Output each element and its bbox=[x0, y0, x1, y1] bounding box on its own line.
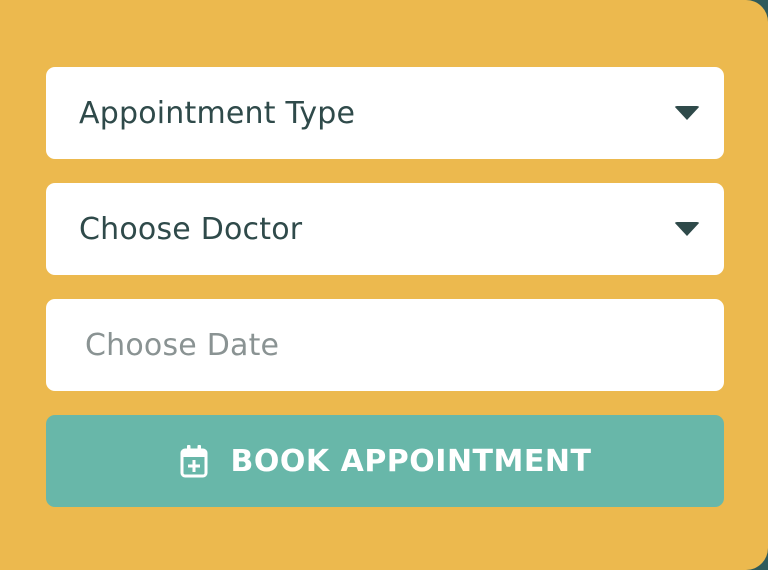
doctor-label: Choose Doctor bbox=[79, 211, 303, 247]
appointment-type-label: Appointment Type bbox=[79, 95, 356, 131]
appointment-type-select[interactable]: Appointment Type bbox=[46, 67, 724, 159]
calendar-plus-icon bbox=[179, 445, 209, 478]
book-appointment-label: BOOK APPOINTMENT bbox=[230, 443, 592, 479]
appointment-form-panel: Appointment Type Choose Doctor BOOK APPO… bbox=[0, 0, 768, 570]
date-field[interactable] bbox=[46, 299, 724, 391]
book-appointment-button[interactable]: BOOK APPOINTMENT bbox=[46, 415, 724, 507]
doctor-select[interactable]: Choose Doctor bbox=[46, 183, 724, 275]
chevron-down-icon bbox=[674, 222, 700, 236]
chevron-down-icon bbox=[674, 106, 700, 120]
date-input[interactable] bbox=[83, 326, 700, 364]
